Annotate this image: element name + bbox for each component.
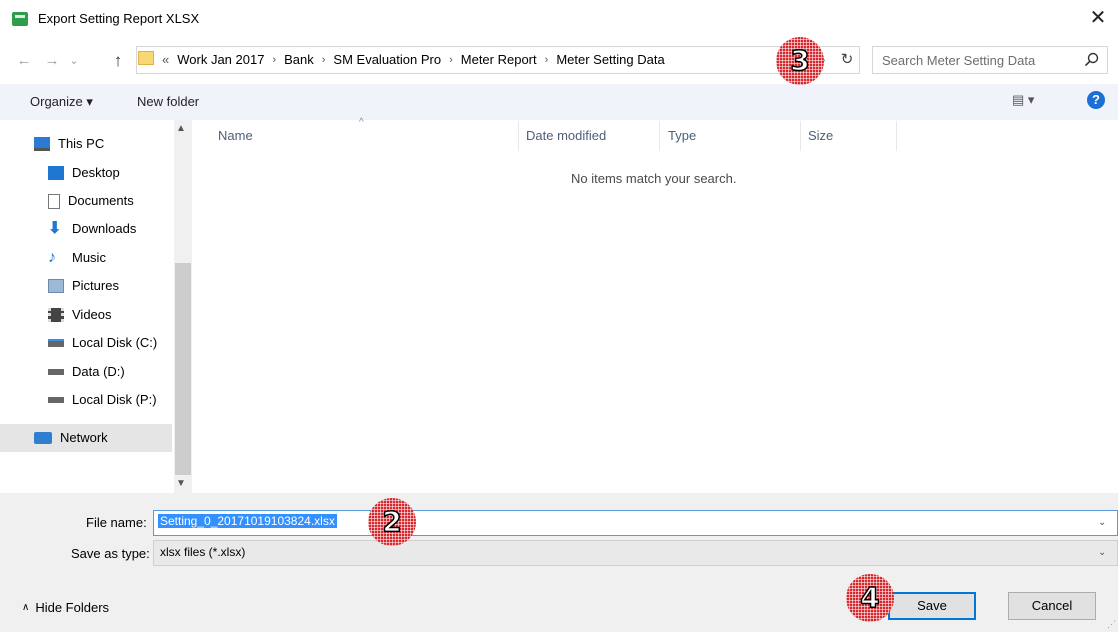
column-header-date-modified[interactable]: Date modified	[526, 128, 606, 143]
sidebar-item-this-pc[interactable]: This PC	[34, 132, 104, 156]
search-placeholder: Search Meter Setting Data	[882, 53, 1036, 68]
scroll-down-arrow-icon[interactable]: ▼	[176, 478, 186, 489]
file-name-label: File name:	[86, 515, 147, 530]
file-name-dropdown-chevron-icon[interactable]: ⌄	[1098, 510, 1118, 536]
back-arrow-icon[interactable]: ←	[14, 50, 34, 72]
breadcrumb-item[interactable]: Work Jan 2017	[177, 52, 264, 67]
save-as-type-label: Save as type:	[71, 546, 150, 561]
sidebar-item-music[interactable]: ♪ Music	[48, 246, 106, 270]
step-marker-3: 3	[776, 37, 824, 85]
sidebar-item-data-d[interactable]: Data (D:)	[48, 360, 125, 384]
sidebar-item-label: Data (D:)	[72, 364, 125, 379]
save-button[interactable]: Save	[888, 592, 976, 620]
sidebar-item-label: Pictures	[72, 278, 119, 293]
recent-locations-chevron-icon[interactable]: ⌄	[64, 50, 84, 72]
sidebar-item-videos[interactable]: Videos	[48, 303, 112, 327]
breadcrumb-overflow[interactable]: «	[162, 52, 169, 67]
save-as-type-chevron-icon[interactable]: ⌄	[1098, 540, 1118, 566]
hide-folders-label: Hide Folders	[35, 600, 110, 615]
column-divider[interactable]	[659, 121, 660, 151]
hide-folders-toggle[interactable]: ∧ Hide Folders	[22, 600, 109, 615]
folder-icon	[138, 51, 154, 65]
close-button[interactable]: ✕	[1078, 0, 1118, 38]
breadcrumb-item[interactable]: Meter Report	[461, 52, 537, 67]
column-header-size[interactable]: Size	[808, 128, 833, 143]
empty-results-message: No items match your search.	[571, 171, 737, 186]
view-options-button[interactable]: ▤ ▾	[1012, 92, 1034, 108]
sidebar-item-label: Local Disk (C:)	[72, 335, 158, 350]
app-icon	[12, 12, 28, 26]
videos-icon	[48, 308, 64, 322]
sidebar-item-label: Music	[72, 250, 106, 265]
sidebar-item-label: Network	[60, 430, 108, 445]
sidebar-item-label: Desktop	[72, 165, 120, 180]
search-icon[interactable]	[1083, 51, 1101, 69]
documents-icon	[48, 193, 60, 209]
save-as-type-value[interactable]: xlsx files (*.xlsx)	[160, 545, 245, 559]
save-as-type-select[interactable]	[153, 540, 1118, 566]
downloads-icon: ⬇	[48, 220, 62, 237]
sidebar-item-desktop[interactable]: Desktop	[48, 161, 120, 185]
organize-menu-button[interactable]: Organize ▾	[30, 94, 93, 110]
sidebar-item-downloads[interactable]: ⬇ Downloads	[48, 217, 136, 241]
sidebar-item-pictures[interactable]: Pictures	[48, 274, 119, 298]
sidebar-item-label: Documents	[68, 193, 134, 208]
scroll-up-arrow-icon[interactable]: ▲	[176, 123, 186, 134]
resize-grip-icon[interactable]: ⋰	[1107, 619, 1116, 630]
sidebar-scrollbar-thumb[interactable]	[175, 263, 191, 475]
cancel-button[interactable]: Cancel	[1008, 592, 1096, 620]
sidebar-item-local-disk-p[interactable]: Local Disk (P:)	[48, 388, 157, 412]
step-marker-4: 4	[846, 574, 894, 622]
window-title: Export Setting Report XLSX	[38, 11, 200, 26]
sidebar-item-documents[interactable]: Documents	[48, 189, 134, 213]
pictures-icon	[48, 279, 64, 293]
column-header-type[interactable]: Type	[668, 128, 696, 143]
sidebar-item-label: Videos	[72, 307, 112, 322]
music-icon: ♪	[48, 249, 56, 266]
chevron-up-icon: ∧	[22, 602, 30, 613]
breadcrumb-separator-icon[interactable]: ›	[449, 54, 453, 66]
drive-icon	[48, 369, 64, 375]
monitor-icon	[34, 137, 50, 151]
breadcrumb-item[interactable]: Meter Setting Data	[556, 52, 664, 67]
breadcrumb-separator-icon[interactable]: ›	[322, 54, 326, 66]
column-divider[interactable]	[518, 121, 519, 151]
step-marker-2: 2	[368, 498, 416, 546]
breadcrumb-separator-icon[interactable]: ›	[272, 54, 276, 66]
new-folder-button[interactable]: New folder	[137, 94, 199, 109]
file-name-value[interactable]: Setting_0_20171019103824.xlsx	[158, 514, 337, 528]
sort-ascending-icon: ^	[359, 117, 364, 128]
refresh-icon[interactable]: ↻	[836, 47, 858, 73]
column-header-name[interactable]: Name	[218, 128, 253, 143]
help-icon[interactable]: ?	[1087, 91, 1105, 109]
sidebar-item-local-disk-c[interactable]: Local Disk (C:)	[48, 331, 157, 355]
sidebar-item-label: Downloads	[72, 221, 137, 236]
drive-icon	[48, 339, 64, 347]
sidebar-item-network[interactable]: Network	[0, 424, 172, 452]
up-arrow-icon[interactable]: ↑	[108, 50, 128, 72]
desktop-icon	[48, 166, 64, 180]
breadcrumb-item[interactable]: SM Evaluation Pro	[333, 52, 441, 67]
sidebar-item-label: This PC	[58, 136, 105, 151]
sidebar-item-label: Local Disk (P:)	[72, 392, 157, 407]
forward-arrow-icon[interactable]: →	[42, 50, 62, 72]
column-divider[interactable]	[896, 121, 897, 151]
breadcrumb-separator-icon[interactable]: ›	[545, 54, 549, 66]
network-icon	[34, 432, 52, 444]
drive-icon	[48, 397, 64, 403]
breadcrumb-item[interactable]: Bank	[284, 52, 314, 67]
column-divider[interactable]	[800, 121, 801, 151]
breadcrumb[interactable]: « Work Jan 2017 › Bank › SM Evaluation P…	[162, 52, 665, 67]
